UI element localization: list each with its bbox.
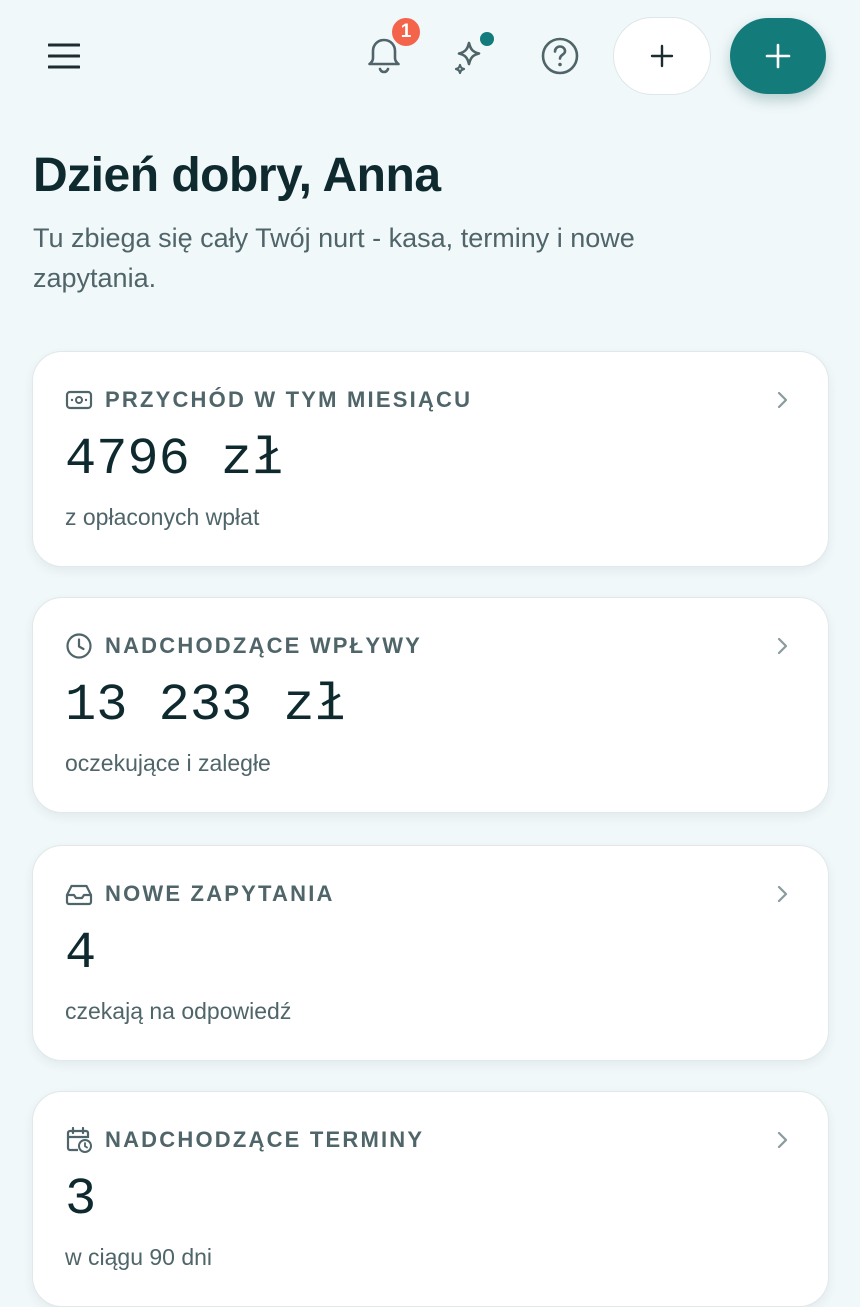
card-value: 4796 zł bbox=[65, 430, 284, 489]
clock-icon bbox=[65, 632, 93, 660]
card-upcoming-income[interactable]: NADCHODZĄCE WPŁYWY 13 233 zł oczekujące … bbox=[32, 597, 829, 813]
plus-icon bbox=[765, 43, 791, 69]
card-header: PRZYCHÓD W TYM MIESIĄCU bbox=[65, 384, 472, 416]
card-value: 13 233 zł bbox=[65, 676, 346, 735]
chevron-right-icon bbox=[777, 885, 788, 903]
card-description: oczekujące i zaległe bbox=[65, 750, 271, 776]
menu-button[interactable] bbox=[40, 36, 88, 76]
cash-icon bbox=[65, 386, 93, 414]
top-bar: 1 bbox=[0, 0, 860, 112]
notification-badge: 1 bbox=[390, 16, 422, 48]
card-header: NADCHODZĄCE TERMINY bbox=[65, 1124, 424, 1156]
card-description: w ciągu 90 dni bbox=[65, 1244, 213, 1270]
card-description: czekają na odpowiedź bbox=[65, 998, 292, 1024]
card-upcoming-appointments[interactable]: NADCHODZĄCE TERMINY 3 w ciągu 90 dni bbox=[32, 1091, 829, 1307]
page-title: Dzień dobry, Anna bbox=[33, 149, 441, 202]
chevron-right-icon bbox=[777, 1131, 788, 1149]
card-new-inquiries[interactable]: NOWE ZAPYTANIA 4 czekają na odpowiedź bbox=[32, 845, 829, 1061]
card-value: 4 bbox=[65, 924, 97, 983]
create-new-button[interactable] bbox=[730, 18, 826, 94]
card-header: NADCHODZĄCE WPŁYWY bbox=[65, 630, 422, 662]
inbox-icon bbox=[65, 880, 93, 908]
card-label: NADCHODZĄCE WPŁYWY bbox=[105, 633, 423, 658]
help-circle-icon bbox=[541, 37, 579, 75]
card-label: PRZYCHÓD W TYM MIESIĄCU bbox=[105, 387, 473, 412]
ai-assistant-button[interactable] bbox=[446, 30, 498, 82]
card-description: z opłaconych wpłat bbox=[65, 504, 260, 530]
card-label: NADCHODZĄCE TERMINY bbox=[105, 1127, 425, 1152]
card-header: NOWE ZAPYTANIA bbox=[65, 878, 335, 910]
plus-icon bbox=[650, 44, 674, 68]
help-button[interactable] bbox=[534, 30, 586, 82]
chevron-right-icon bbox=[777, 637, 788, 655]
quick-add-button[interactable] bbox=[613, 17, 711, 95]
card-label: NOWE ZAPYTANIA bbox=[105, 881, 335, 906]
calendar-clock-icon bbox=[65, 1126, 93, 1154]
card-value: 3 bbox=[65, 1170, 97, 1229]
card-monthly-revenue[interactable]: PRZYCHÓD W TYM MIESIĄCU 4796 zł z opłaco… bbox=[32, 351, 829, 567]
page-subtitle: Tu zbiega się cały Twój nurt - kasa, ter… bbox=[33, 223, 635, 293]
notifications-button[interactable]: 1 bbox=[358, 16, 422, 82]
hamburger-icon bbox=[48, 43, 80, 69]
status-dot bbox=[480, 32, 494, 46]
chevron-right-icon bbox=[777, 391, 788, 409]
